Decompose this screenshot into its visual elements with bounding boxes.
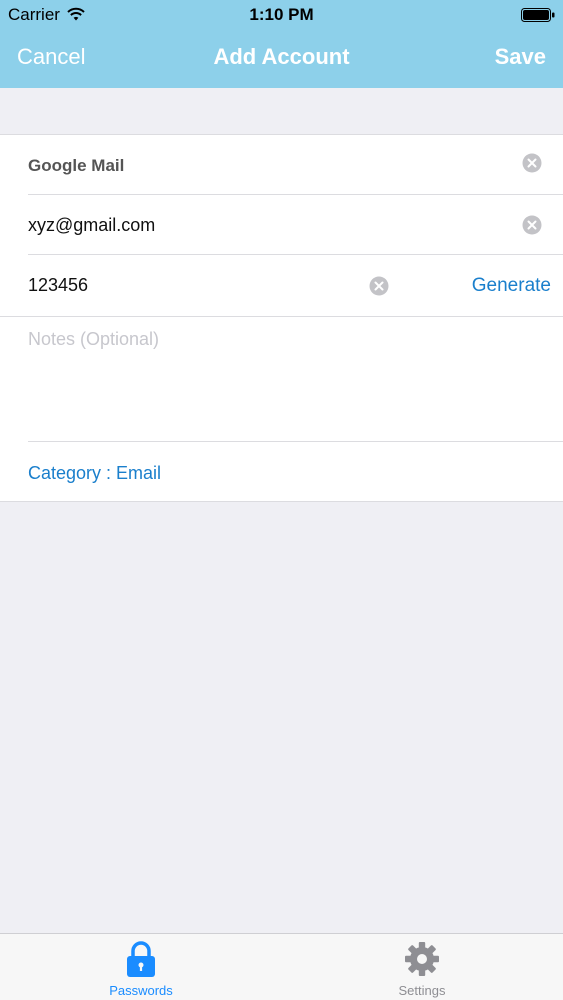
tab-bar: Passwords Settings [0, 933, 563, 1000]
lock-icon [127, 941, 155, 977]
category-selector[interactable]: Category : Email [28, 463, 161, 484]
password-row[interactable]: 123456 Generate [0, 255, 563, 317]
battery-icon [521, 8, 555, 22]
username-row[interactable]: xyz@gmail.com [0, 195, 563, 255]
clear-account-name-icon[interactable] [522, 153, 542, 173]
divider [28, 441, 563, 442]
generate-password-button[interactable]: Generate [472, 275, 551, 297]
account-name-row[interactable]: Google Mail [0, 135, 563, 195]
tab-passwords-label: Passwords [109, 983, 173, 998]
clear-password-icon[interactable] [369, 276, 389, 296]
save-button[interactable]: Save [495, 44, 546, 70]
divider [0, 316, 563, 317]
password-field[interactable]: 123456 [28, 275, 88, 296]
username-field[interactable]: xyz@gmail.com [28, 215, 155, 236]
clock: 1:10 PM [249, 5, 314, 24]
tab-settings-label: Settings [398, 983, 446, 998]
tab-passwords[interactable]: Passwords [61, 934, 221, 1000]
tab-settings[interactable]: Settings [342, 934, 502, 1000]
page-title: Add Account [213, 44, 350, 69]
account-name-field[interactable]: Google Mail [28, 156, 124, 176]
notes-field[interactable]: Notes (Optional) [28, 329, 159, 350]
account-form: Google Mail xyz@gmail.com 123456 Generat… [0, 134, 563, 502]
status-bar: Carrier 1:10 PM [0, 0, 563, 30]
header: Carrier 1:10 PM Cancel Add Account Save [0, 0, 563, 88]
gear-icon [405, 942, 439, 976]
nav-bar: Cancel Add Account Save [0, 30, 563, 88]
clear-username-icon[interactable] [522, 215, 542, 235]
